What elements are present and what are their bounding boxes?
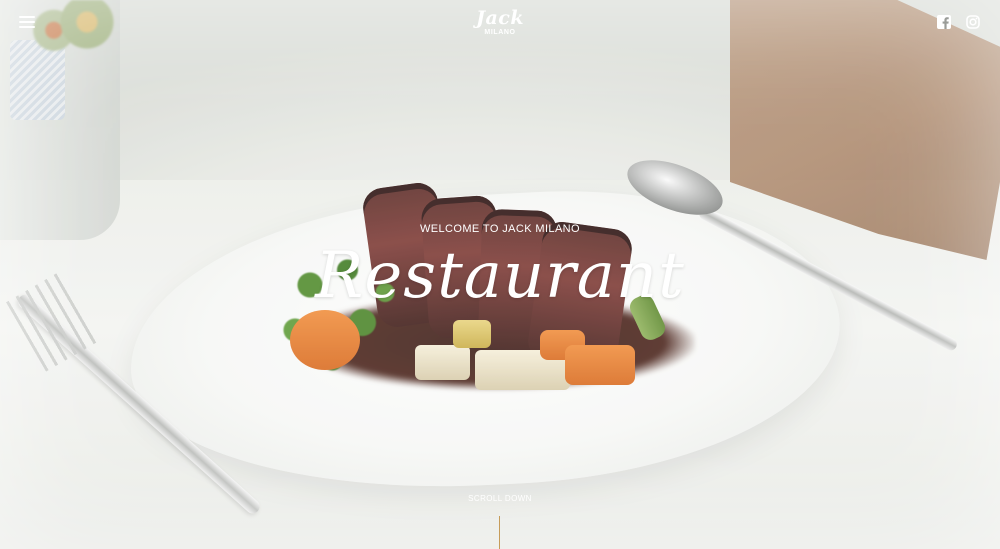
menu-line <box>19 21 35 23</box>
menu-line <box>19 16 35 18</box>
scroll-down-link[interactable]: SCROLL DOWN <box>0 494 1000 503</box>
scroll-indicator-line <box>499 516 500 549</box>
menu-line <box>19 26 35 28</box>
social-links <box>937 15 980 29</box>
brand-city: MILANO <box>484 29 516 36</box>
top-bar: Jack MILANO <box>0 0 1000 46</box>
facebook-icon[interactable] <box>937 15 951 29</box>
hero-title: Restaurant <box>315 239 685 313</box>
instagram-icon[interactable] <box>966 15 980 29</box>
brand-logo[interactable]: Jack MILANO <box>476 8 524 37</box>
hero-eyebrow: WELCOME TO JACK MILANO <box>420 223 580 235</box>
hamburger-menu-icon[interactable] <box>19 16 35 29</box>
brand-name: Jack <box>475 7 525 29</box>
